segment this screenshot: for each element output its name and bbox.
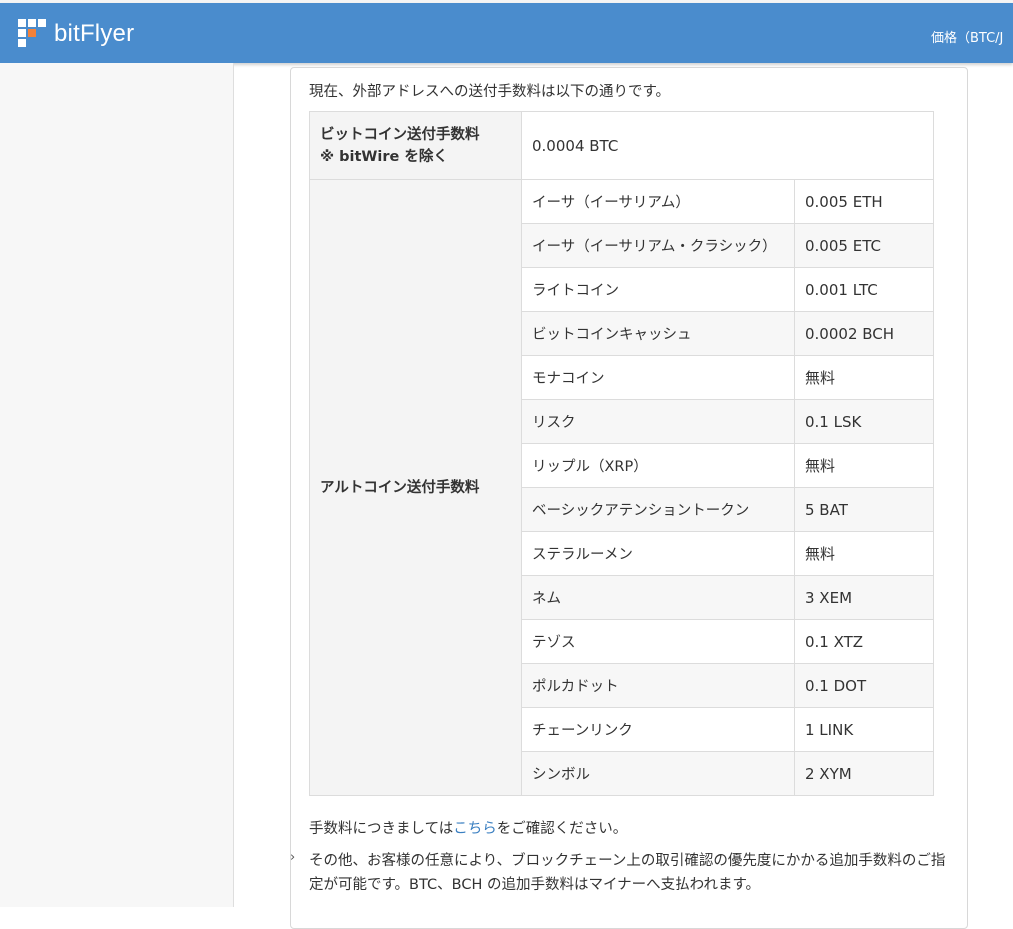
coin-name: ライトコイン: [521, 267, 795, 312]
coin-name: シンボル: [521, 751, 795, 796]
coin-fee-value: 3 XEM: [794, 575, 934, 620]
coin-name: イーサ（イーサリアム・クラシック）: [521, 223, 795, 268]
coin-fee-value: 0.1 DOT: [794, 663, 934, 708]
coin-fee-value: 1 LINK: [794, 707, 934, 752]
coin-name: テゾス: [521, 619, 795, 664]
fee-details-link[interactable]: こちら: [453, 821, 497, 837]
coin-name: ベーシックアテンショントークン: [521, 487, 795, 532]
coin-fee-value: 無料: [794, 355, 934, 400]
btc-fee-value: 0.0004 BTC: [521, 111, 934, 180]
coin-fee-value: 無料: [794, 443, 934, 488]
altcoin-fee-row: アルトコイン送付手数料 イーサ（イーサリアム） 0.005 ETH: [309, 179, 934, 796]
bullet-marker: ›: [290, 850, 296, 865]
coin-fee-value: 0.1 LSK: [794, 399, 934, 444]
btc-fee-label-line2: ※ bitWire を除く: [320, 148, 448, 165]
coin-name: ポルカドット: [521, 663, 795, 708]
fee-note: 手数料につきましてはこちらをご確認ください。: [309, 817, 627, 838]
nav-price-link[interactable]: 価格（BTC/J: [931, 27, 1003, 46]
coin-fee-value: 5 BAT: [794, 487, 934, 532]
bitflyer-logo-icon: [18, 19, 46, 47]
altcoin-fee-label: アルトコイン送付手数料: [309, 179, 522, 796]
coin-fee-value: 0.005 ETH: [794, 179, 934, 224]
coin-name: モナコイン: [521, 355, 795, 400]
fee-note-prefix: 手数料につきましては: [309, 821, 454, 837]
coin-name: リップル（XRP）: [521, 443, 795, 488]
intro-text: 現在、外部アドレスへの送付手数料は以下の通りです。: [309, 84, 671, 100]
sidebar: [0, 63, 234, 907]
coin-name: ビットコインキャッシュ: [521, 311, 795, 356]
btc-fee-label-line1: ビットコイン送付手数料: [320, 126, 480, 143]
btc-fee-label: ビットコイン送付手数料 ※ bitWire を除く: [309, 111, 522, 180]
coin-fee-value: 2 XYM: [794, 751, 934, 796]
coin-name: イーサ（イーサリアム）: [521, 179, 795, 224]
coin-name: ステラルーメン: [521, 531, 795, 576]
additional-fee-note: その他、お客様の任意により、ブロックチェーン上の取引確認の優先度にかかる追加手数…: [309, 853, 946, 893]
coin-name: リスク: [521, 399, 795, 444]
fee-note-suffix: をご確認ください。: [496, 821, 628, 837]
coin-fee-value: 0.001 LTC: [794, 267, 934, 312]
coin-fee-value: 0.0002 BCH: [794, 311, 934, 356]
fee-table: ビットコイン送付手数料 ※ bitWire を除く 0.0004 BTC アルト…: [309, 111, 934, 796]
logo-text: bitFlyer: [54, 20, 135, 47]
coin-name: チェーンリンク: [521, 707, 795, 752]
bitflyer-logo[interactable]: bitFlyer: [18, 19, 134, 49]
coin-fee-value: 0.005 ETC: [794, 223, 934, 268]
header-bar: bitFlyer 価格（BTC/J: [0, 3, 1013, 63]
btc-fee-row: ビットコイン送付手数料 ※ bitWire を除く 0.0004 BTC: [309, 111, 934, 180]
coin-fee-value: 0.1 XTZ: [794, 619, 934, 664]
coin-fee-value: 無料: [794, 531, 934, 576]
coin-name: ネム: [521, 575, 795, 620]
